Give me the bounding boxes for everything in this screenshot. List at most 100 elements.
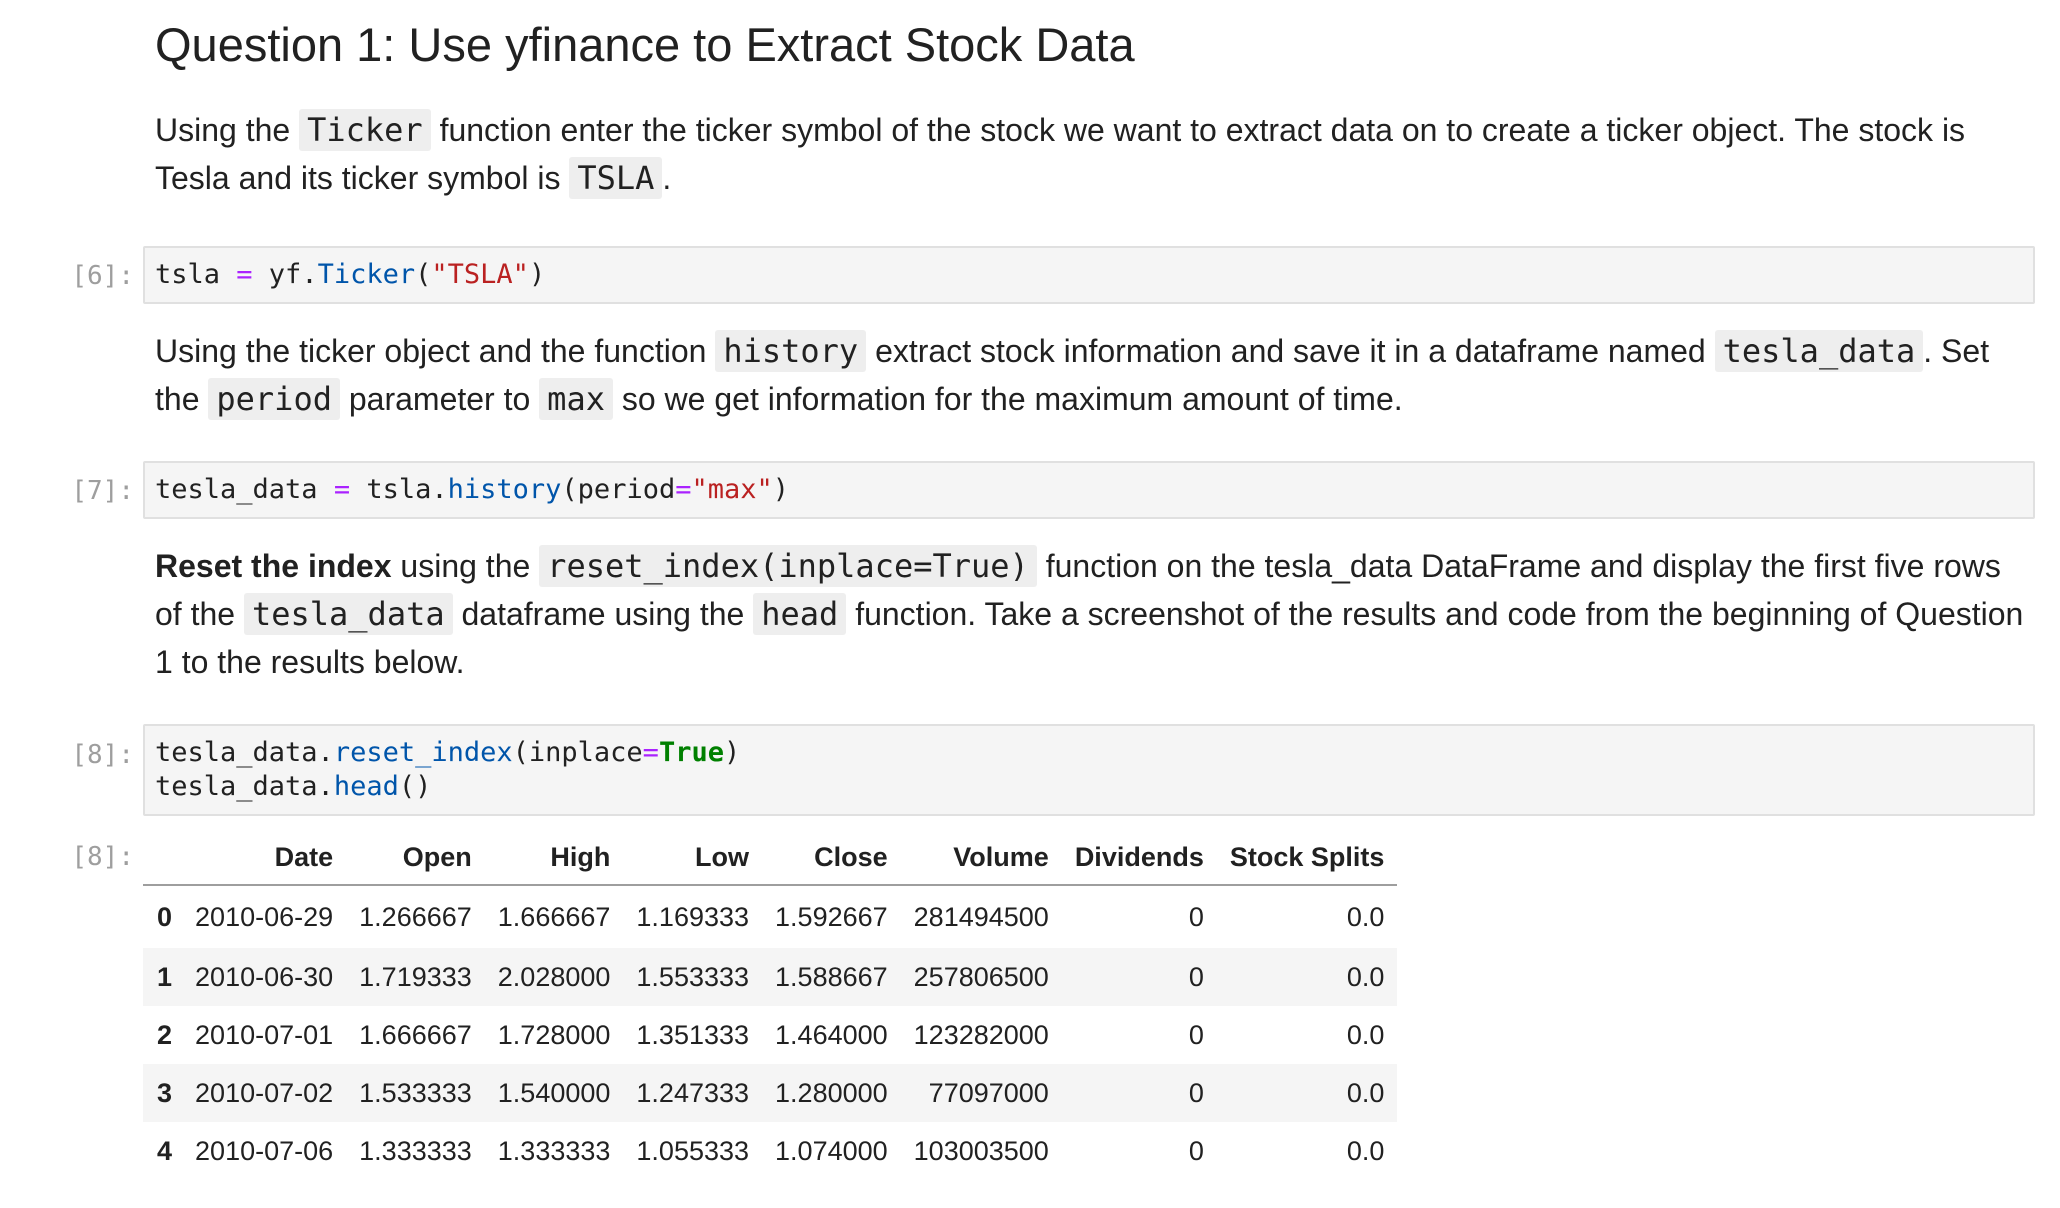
cell-close: 1.074000 <box>775 1135 888 1166</box>
column-header-date: Date <box>182 830 347 886</box>
text: . <box>662 160 672 196</box>
code-token: (period <box>561 474 676 505</box>
cell-date: 2010-06-30 <box>182 948 347 1006</box>
column-header-low: Low <box>623 830 763 886</box>
markdown-cell-question-1[interactable]: Question 1: Use yfinance to Extract Stoc… <box>155 17 2025 202</box>
table-header-row: Date Open High Low Close Volume Dividend… <box>143 830 1398 886</box>
table-row: 0 2010-06-29 1.266667 1.666667 1.169333 … <box>143 885 1397 948</box>
text: Using the <box>155 112 300 148</box>
cell-volume: 77097000 <box>900 1064 1062 1122</box>
row-index: 3 <box>143 1064 183 1122</box>
code-cell-8[interactable]: tesla_data.reset_index(inplace=True) tes… <box>143 724 2035 816</box>
inline-code-tsla: TSLA <box>569 157 663 199</box>
code-string: "TSLA" <box>431 259 529 290</box>
row-index: 0 <box>157 901 173 932</box>
cell-open: 1.719333 <box>346 948 485 1006</box>
cell-open: 1.533333 <box>346 1064 485 1122</box>
markdown-cell-history[interactable]: Using the ticker object and the function… <box>155 327 2025 423</box>
cell-close: 1.592667 <box>775 901 888 932</box>
text: extract stock information and save it in… <box>866 333 1715 369</box>
markdown-cell-reset-index[interactable]: Reset the index using the reset_index(in… <box>155 542 2025 686</box>
code-operator: = <box>333 474 351 505</box>
code-token: yf. <box>252 259 318 290</box>
cell-volume: 123282000 <box>913 1019 1049 1050</box>
code-token: () <box>398 771 432 802</box>
cell-close: 1.280000 <box>762 1064 901 1122</box>
input-prompt: [8]: <box>71 740 134 770</box>
cell-stock-splits: 0.0 <box>1346 901 1385 932</box>
row-index: 4 <box>157 1135 173 1166</box>
cell-low: 1.351333 <box>636 1019 750 1050</box>
text: parameter to <box>339 381 540 417</box>
table-row: 2 2010-07-01 1.666667 1.728000 1.351333 … <box>143 1006 1397 1064</box>
output-prompt: [8]: <box>71 842 134 872</box>
input-prompt: [6]: <box>71 261 134 291</box>
text: Using the ticker object and the function <box>155 333 716 369</box>
code-cell-6[interactable]: tsla = yf.Ticker("TSLA") <box>143 246 2035 304</box>
cell-dividends: 0 <box>1188 1135 1204 1166</box>
code-function: history <box>447 474 562 505</box>
cell-open: 1.266667 <box>359 901 472 932</box>
code-function: Ticker <box>317 259 416 290</box>
table-row: 3 2010-07-02 1.533333 1.540000 1.247333 … <box>143 1064 1398 1122</box>
table-row: 4 2010-07-06 1.333333 1.333333 1.055333 … <box>143 1122 1397 1180</box>
text: so we get information for the maximum am… <box>612 381 1403 417</box>
code-token: ) <box>772 474 790 505</box>
code-token: tesla_data <box>155 474 334 505</box>
output-dataframe-table: Date Open High Low Close Volume Dividend… <box>143 830 1398 1180</box>
code-token: tsla. <box>350 474 448 505</box>
cell-stock-splits: 0.0 <box>1346 1019 1385 1050</box>
instruction-paragraph-1: Using the Ticker function enter the tick… <box>155 106 2025 202</box>
cell-close: 1.464000 <box>775 1019 888 1050</box>
cell-low: 1.055333 <box>636 1135 750 1166</box>
instruction-paragraph-3: Reset the index using the reset_index(in… <box>155 542 2025 686</box>
cell-volume: 281494500 <box>913 901 1049 932</box>
code-operator: = <box>642 737 659 768</box>
cell-low: 1.553333 <box>623 948 763 1006</box>
cell-volume: 257806500 <box>900 948 1062 1006</box>
inline-code-ticker: Ticker <box>299 109 431 151</box>
code-token: tsla <box>155 259 237 290</box>
code-function: reset_index <box>333 737 513 768</box>
code-token: ) <box>723 737 741 768</box>
cell-dividends: 0 <box>1061 1064 1217 1122</box>
cell-high: 1.728000 <box>497 1019 611 1050</box>
code-function: head <box>333 771 399 802</box>
cell-high: 1.540000 <box>484 1064 624 1122</box>
cell-open: 1.666667 <box>359 1019 472 1050</box>
code-cell-7[interactable]: tesla_data = tsla.history(period="max") <box>143 461 2035 519</box>
row-index: 1 <box>143 948 183 1006</box>
inline-code-reset-index: reset_index(inplace=True) <box>539 545 1037 587</box>
text: dataframe using the <box>452 596 754 632</box>
cell-high: 2.028000 <box>484 948 624 1006</box>
cell-low: 1.169333 <box>636 901 750 932</box>
inline-code-tesla-data: tesla_data <box>1714 330 1924 372</box>
code-keyword: True <box>658 737 724 768</box>
cell-stock-splits: 0.0 <box>1216 1064 1398 1122</box>
cell-stock-splits: 0.0 <box>1216 948 1398 1006</box>
cell-high: 1.666667 <box>497 901 611 932</box>
cell-close: 1.588667 <box>762 948 901 1006</box>
cell-dividends: 0 <box>1188 901 1204 932</box>
row-index: 2 <box>157 1019 173 1050</box>
code-token: tesla_data. <box>155 737 334 768</box>
column-header-high: High <box>484 830 624 886</box>
inline-code-history: history <box>715 330 867 372</box>
code-string: "max" <box>691 474 773 505</box>
cell-date: 2010-07-06 <box>195 1135 334 1166</box>
cell-dividends: 0 <box>1188 1019 1204 1050</box>
cell-date: 2010-07-02 <box>182 1064 347 1122</box>
column-header-volume: Volume <box>900 830 1062 886</box>
inline-code-tesla-data: tesla_data <box>243 593 453 635</box>
text: using the <box>391 548 540 584</box>
column-header-open: Open <box>346 830 485 886</box>
code-operator: = <box>675 474 692 505</box>
code-token: (inplace <box>512 737 643 768</box>
code-token: ( <box>415 259 432 290</box>
cell-dividends: 0 <box>1061 948 1217 1006</box>
bold-text: Reset the index <box>155 548 392 584</box>
inline-code-head: head <box>753 593 847 635</box>
inline-code-max: max <box>539 378 613 420</box>
cell-volume: 103003500 <box>913 1135 1049 1166</box>
inline-code-period: period <box>208 378 340 420</box>
